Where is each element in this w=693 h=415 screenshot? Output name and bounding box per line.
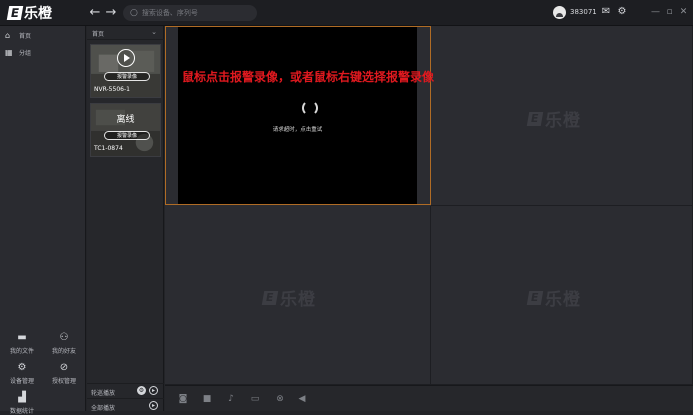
tool-label: 数据统计 — [9, 408, 34, 415]
watermark-text: 乐橙 — [280, 290, 316, 310]
tool-label: 设备管理 — [9, 378, 34, 385]
authorize-icon: ⊘ — [59, 362, 69, 373]
tool-label: 授权管理 — [51, 378, 76, 385]
tool-label: 我的文件 — [9, 348, 34, 355]
settings-icon[interactable]: ⚙ — [137, 386, 146, 395]
watermark-text: 乐橙 — [545, 111, 581, 131]
back-button[interactable]: ← — [88, 5, 102, 21]
sidebar-item-home[interactable]: ⌂ 首页 — [5, 29, 31, 41]
play-all-icon[interactable]: ▸ — [149, 401, 158, 410]
device-name: NVR-5506-1 — [94, 86, 130, 93]
loading-text: 请求超时，点击重试 — [272, 127, 323, 133]
video-area: 请求超时，点击重试 — [178, 27, 417, 204]
watermark-logo: E 乐橙 — [526, 285, 581, 310]
app-window: E 乐橙 ← → ○ 383071 ✉ ⚙ — ▫ ✕ ⌂ 首页 ▦ 分组 ▬ … — [0, 0, 693, 415]
volume-icon[interactable]: ◀ — [296, 394, 308, 404]
instruction-annotation: 鼠标点击报警录像，或者鼠标右键选择报警录像 — [182, 70, 435, 84]
tool-label: 我的好友 — [51, 348, 76, 355]
record-icon[interactable]: ■ — [200, 394, 214, 404]
sidebar-item-group[interactable]: ▦ 分组 — [5, 46, 31, 58]
folder-icon: ▬ — [17, 332, 27, 343]
device-name: TC1-0874 — [94, 145, 123, 152]
stats-icon: ▟ — [18, 392, 26, 403]
home-icon: ⌂ — [5, 30, 11, 40]
device-list-header[interactable]: 首页 ⌄ — [87, 26, 164, 40]
watermark-logo: E 乐橙 — [526, 106, 581, 131]
avatar[interactable] — [553, 6, 566, 19]
loop-play-row[interactable]: 轮巡播放 ⚙ ▸ — [87, 383, 164, 397]
chevron-down-icon[interactable]: ⌄ — [151, 28, 157, 36]
restore-button[interactable]: ▫ — [664, 6, 675, 18]
minimize-button[interactable]: — — [650, 6, 661, 18]
watermark-logo: E 乐橙 — [261, 285, 316, 310]
alarm-record-button[interactable]: 报警录像 — [104, 72, 150, 81]
search-input[interactable] — [141, 9, 252, 17]
gear-icon[interactable]: ⚙ — [616, 6, 628, 18]
loop-play-label: 轮巡播放 — [91, 390, 116, 397]
search-box[interactable]: ○ — [123, 5, 257, 21]
app-logo: E 乐橙 — [6, 4, 52, 22]
sidebar-item-label: 首页 — [19, 32, 32, 40]
title-bar: E 乐橙 ← → ○ 383071 ✉ ⚙ — ▫ ✕ — [0, 0, 693, 26]
sidebar-item-label: 分组 — [19, 49, 32, 57]
device-list-title: 首页 — [92, 31, 105, 38]
mail-icon[interactable]: ✉ — [600, 6, 612, 18]
play-circle-icon[interactable]: ▸ — [149, 386, 158, 395]
close-button[interactable]: ✕ — [678, 6, 689, 18]
logo-text: 乐橙 — [24, 6, 52, 22]
video-pane-3[interactable]: E 乐橙 — [165, 206, 431, 385]
device-manage-icon: ⚙ — [17, 362, 27, 373]
fisheye-icon[interactable]: ⊗ — [274, 394, 286, 404]
watermark-mark: E — [261, 290, 279, 305]
device-list-panel: 首页 ⌄ 报警录像 NVR-5506-1 离线 报警录像 TC1-0874 轮巡… — [87, 26, 164, 412]
my-files-button[interactable]: ▬ 我的文件 — [2, 332, 42, 355]
video-pane-2[interactable]: E 乐橙 — [431, 26, 693, 206]
user-id: 383071 — [570, 8, 597, 16]
stats-button[interactable]: ▟ 数据统计 — [2, 392, 42, 415]
play-icon[interactable] — [117, 49, 135, 67]
sidebar: ⌂ 首页 ▦ 分组 ▬ 我的文件 ⚇ 我的好友 ⚙ 设备管理 ⊘ 授权管理 ▟ … — [0, 26, 86, 415]
authorize-button[interactable]: ⊘ 授权管理 — [44, 362, 84, 385]
logo-mark: E — [6, 6, 24, 20]
search-icon: ○ — [130, 8, 138, 18]
friends-icon: ⚇ — [59, 332, 69, 343]
player-toolbar: ◙ ■ ♪ ▭ ⊗ ◀ — [165, 385, 693, 411]
offline-status: 离线 — [116, 115, 135, 125]
forward-button[interactable]: → — [104, 5, 118, 21]
watermark-mark: E — [526, 111, 544, 126]
video-pane-4[interactable]: E 乐橙 — [431, 206, 693, 385]
watermark-mark: E — [526, 290, 544, 305]
my-friends-button[interactable]: ⚇ 我的好友 — [44, 332, 84, 355]
device-manage-button[interactable]: ⚙ 设备管理 — [2, 362, 42, 385]
grid-icon: ▦ — [5, 47, 13, 57]
device-card-nvr[interactable]: 报警录像 NVR-5506-1 — [90, 44, 161, 98]
play-all-row[interactable]: 全部播放 ▸ — [87, 398, 164, 412]
microphone-icon[interactable]: ♪ — [226, 394, 236, 404]
video-pane-1[interactable]: 请求超时，点击重试 — [165, 26, 431, 205]
device-card-tc1[interactable]: 离线 报警录像 TC1-0874 — [90, 103, 161, 157]
ptz-icon[interactable]: ▭ — [248, 394, 262, 404]
alarm-record-button[interactable]: 报警录像 — [104, 131, 150, 140]
reload-icon[interactable] — [302, 100, 318, 116]
watermark-text: 乐橙 — [545, 290, 581, 310]
camera-icon[interactable]: ◙ — [177, 394, 189, 404]
